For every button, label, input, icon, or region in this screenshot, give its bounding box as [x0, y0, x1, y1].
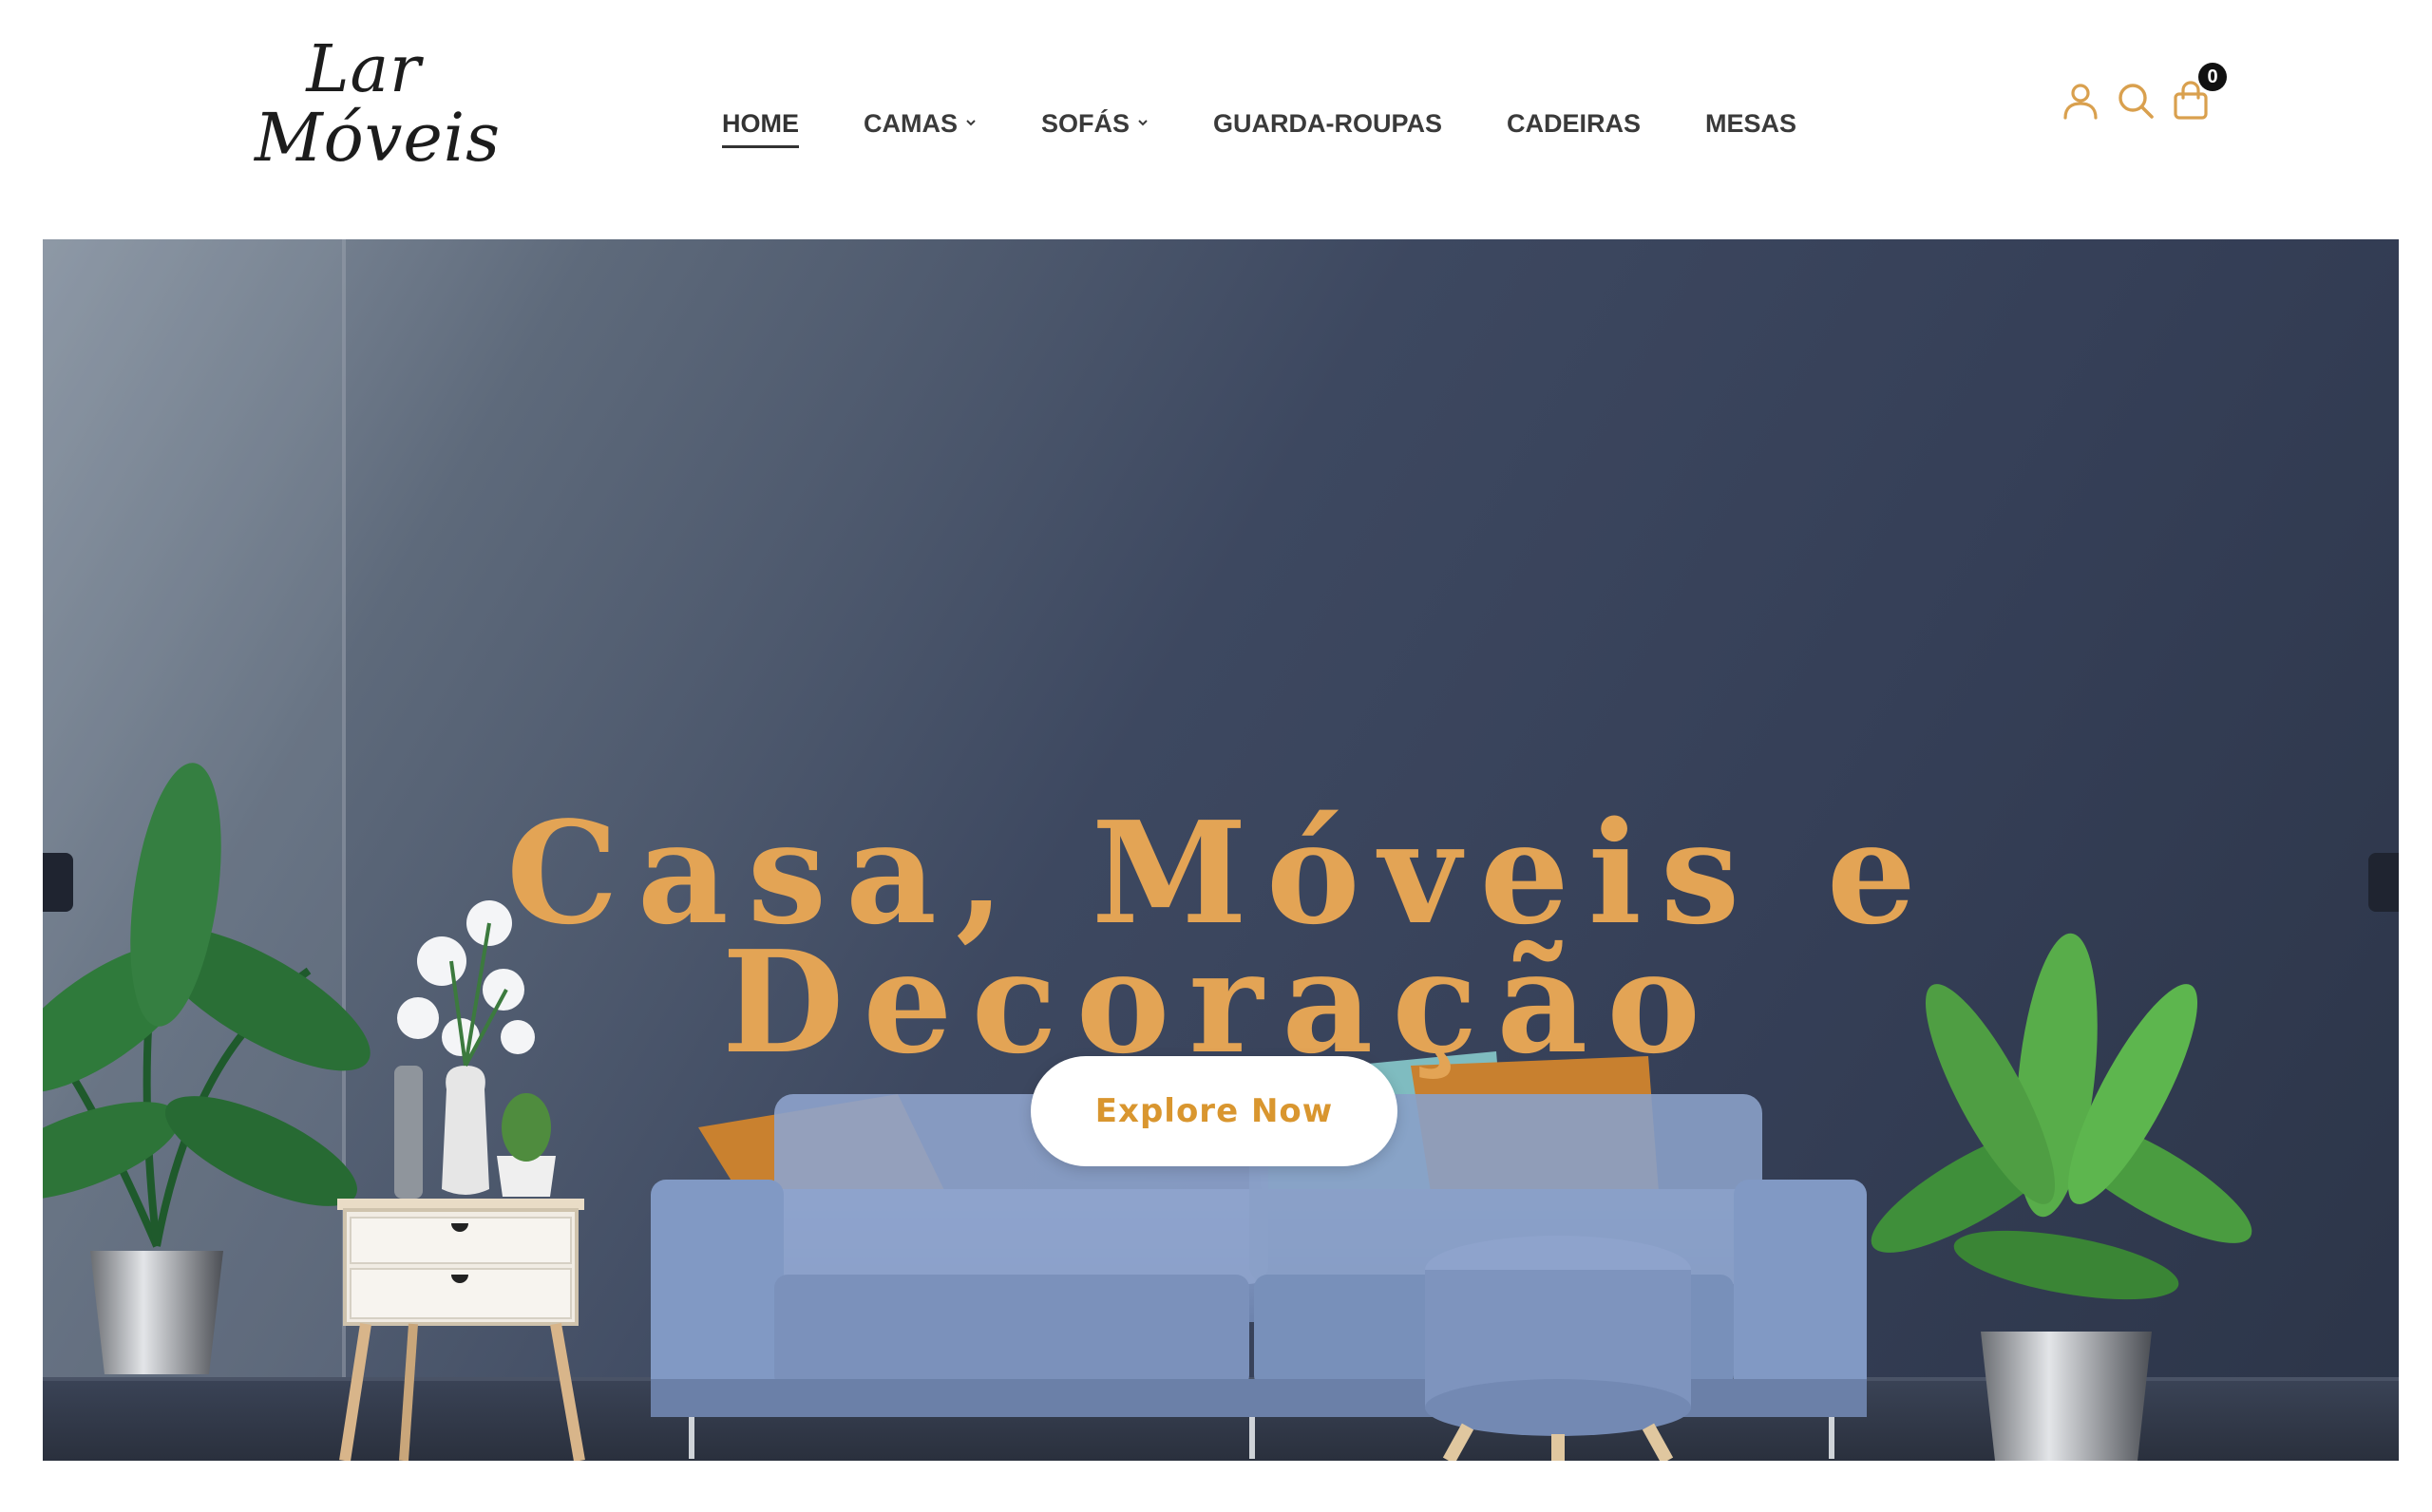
- nav-item-label: HOME: [722, 108, 799, 138]
- brand-logo[interactable]: Lar Móveis: [255, 32, 502, 177]
- search-button[interactable]: [2115, 80, 2156, 122]
- account-button[interactable]: [2060, 80, 2101, 122]
- hero-banner: Casa, Móveis e Decoração Explore Now: [43, 239, 2399, 1461]
- nav-item-home[interactable]: HOME: [722, 108, 799, 148]
- header-actions: 0: [2060, 63, 2227, 122]
- nav-item-label: CAMAS: [864, 108, 958, 138]
- hero-title-line-1: Casa, Móveis e: [506, 790, 1935, 956]
- explore-now-button[interactable]: Explore Now: [1031, 1056, 1397, 1166]
- cart-button[interactable]: 0: [2170, 63, 2227, 122]
- nav-item-label: GUARDA-ROUPAS: [1213, 108, 1443, 138]
- nav-item-label: SOFÁS: [1041, 108, 1130, 138]
- cart-count-badge: 0: [2198, 63, 2227, 91]
- nav-item-sofas[interactable]: SOFÁS: [1041, 109, 1149, 139]
- main-nav: HOME CAMAS SOFÁS GUARDA-ROUPAS CADEIRAS …: [722, 103, 1861, 148]
- chevron-down-icon: [1138, 120, 1148, 126]
- nav-item-label: CADEIRAS: [1507, 108, 1642, 138]
- logo-line-1: Lar: [306, 32, 422, 107]
- hero-title: Casa, Móveis e Decoração: [43, 790, 2399, 1086]
- site-header: Lar Móveis HOME CAMAS SOFÁS GUARDA-ROUPA…: [0, 0, 2432, 239]
- nav-item-mesas[interactable]: MESAS: [1705, 109, 1796, 139]
- logo-line-2: Móveis: [255, 99, 502, 177]
- nav-item-cadeiras[interactable]: CADEIRAS: [1507, 109, 1641, 139]
- user-icon: [2063, 84, 2098, 120]
- slider-prev-button[interactable]: [43, 853, 73, 912]
- nav-item-guarda-roupas[interactable]: GUARDA-ROUPAS: [1213, 109, 1442, 139]
- nav-item-label: MESAS: [1705, 108, 1797, 138]
- nav-item-camas[interactable]: CAMAS: [864, 109, 977, 139]
- slider-next-button[interactable]: [2368, 853, 2399, 912]
- hero-title-line-2: Decoração: [722, 919, 1720, 1086]
- chevron-down-icon: [966, 120, 976, 126]
- search-icon: [2118, 84, 2154, 119]
